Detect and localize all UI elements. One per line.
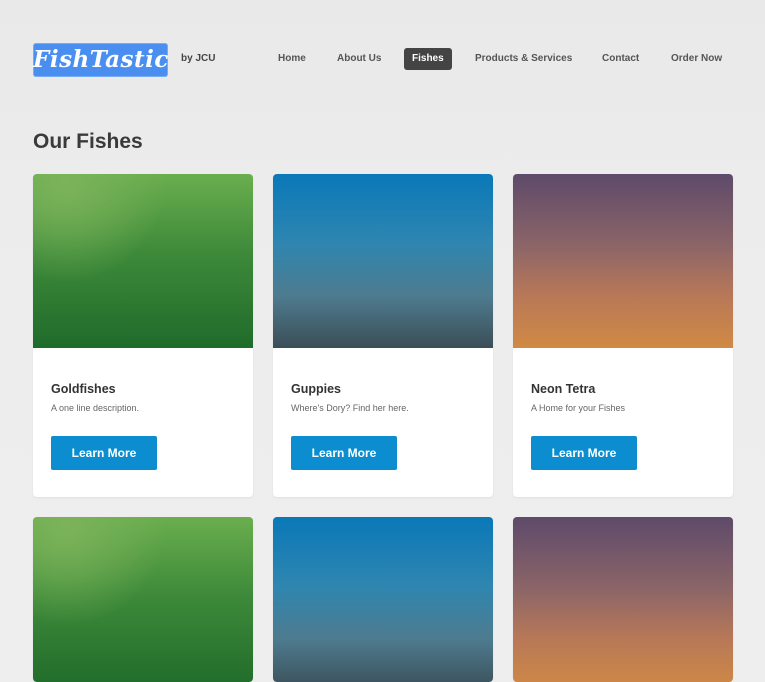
card-image [33,174,253,348]
fish-card-guppies: Guppies Where's Dory? Find her here. Lea… [273,174,493,497]
page-title: Our Fishes [33,130,143,153]
fish-card-goldfishes: Goldfishes A one line description. Learn… [33,174,253,497]
learn-more-button[interactable]: Learn More [531,436,637,470]
card-title: Guppies [291,382,342,396]
main-nav: Home About Us Fishes Products & Services… [0,48,765,70]
nav-home[interactable]: Home [270,48,314,70]
card-body: Goldfishes A one line description. Learn… [33,348,253,497]
nav-about-us[interactable]: About Us [329,48,389,70]
card-image [273,517,493,682]
card-description: A one line description. [51,403,140,413]
nav-order-now[interactable]: Order Now [663,48,730,70]
learn-more-button[interactable]: Learn More [51,436,157,470]
site-header: FishTastic by JCU Home About Us Fishes P… [0,0,765,110]
card-description: Where's Dory? Find her here. [291,403,409,413]
fish-card [513,517,733,682]
nav-fishes[interactable]: Fishes [404,48,452,70]
card-description: A Home for your Fishes [531,403,626,413]
card-title: Goldfishes [51,382,116,396]
card-image [33,517,253,682]
card-image [513,174,733,348]
card-image [513,517,733,682]
fish-card [33,517,253,682]
nav-contact[interactable]: Contact [594,48,647,70]
nav-products-services[interactable]: Products & Services [467,48,580,70]
learn-more-button[interactable]: Learn More [291,436,397,470]
card-body: Guppies Where's Dory? Find her here. Lea… [273,348,493,497]
card-title: Neon Tetra [531,382,596,396]
card-image [273,174,493,348]
fish-card [273,517,493,682]
card-body: Neon Tetra A Home for your Fishes Learn … [513,348,733,497]
fish-card-neon-tetra: Neon Tetra A Home for your Fishes Learn … [513,174,733,497]
